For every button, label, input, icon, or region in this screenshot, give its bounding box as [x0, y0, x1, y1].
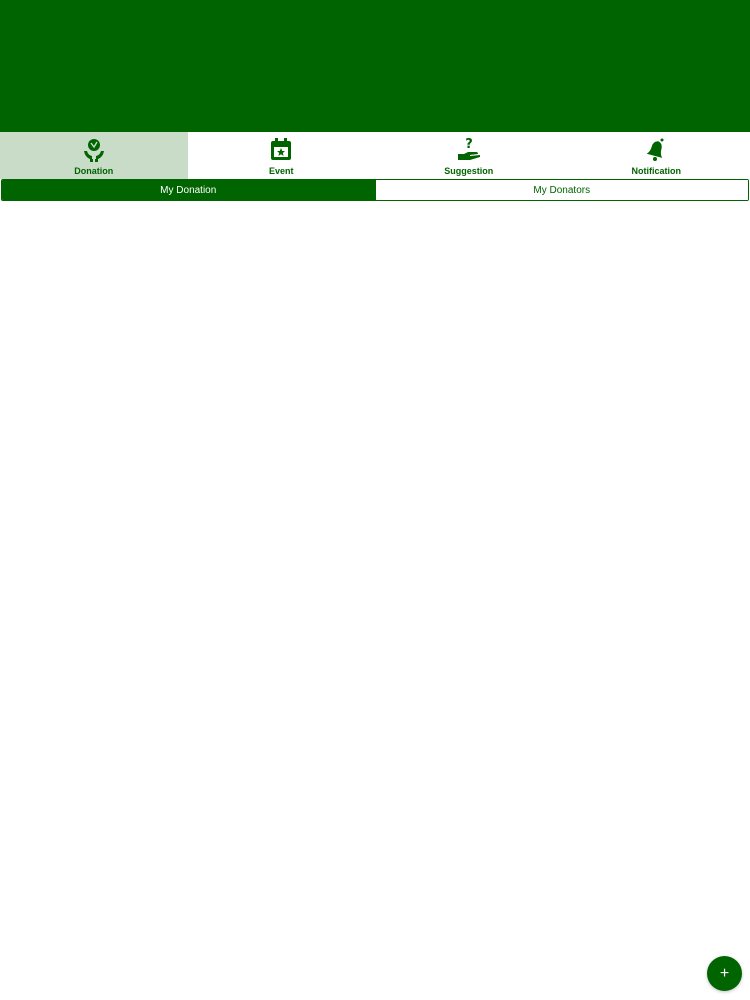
tab-suggestion[interactable]: ? Suggestion: [375, 132, 563, 179]
tab-suggestion-label: Suggestion: [444, 166, 494, 176]
tab-donation[interactable]: Donation: [0, 132, 188, 179]
question-hand-icon: ?: [456, 137, 482, 163]
donation-hands-icon: [81, 137, 107, 163]
tab-donation-label: Donation: [74, 166, 114, 176]
tab-notification-label: Notification: [631, 166, 682, 176]
donation-segment-control: My Donation My Donators: [1, 179, 749, 201]
add-donation-button[interactable]: +: [707, 956, 742, 991]
tab-notification[interactable]: Notification: [563, 132, 750, 179]
segment-my-donators[interactable]: My Donators: [374, 180, 748, 200]
app-header: [0, 0, 750, 132]
plus-icon: +: [719, 964, 730, 982]
segment-my-donation[interactable]: My Donation: [2, 180, 375, 200]
calendar-star-icon: [268, 137, 294, 163]
tab-event-label: Event: [268, 166, 294, 176]
bell-icon: [643, 137, 669, 163]
tab-bar: Donation Event ? Suggestion Notification: [0, 132, 750, 179]
donation-list-area: [0, 202, 750, 1000]
tab-event[interactable]: Event: [188, 132, 376, 179]
svg-text:?: ?: [465, 137, 473, 152]
